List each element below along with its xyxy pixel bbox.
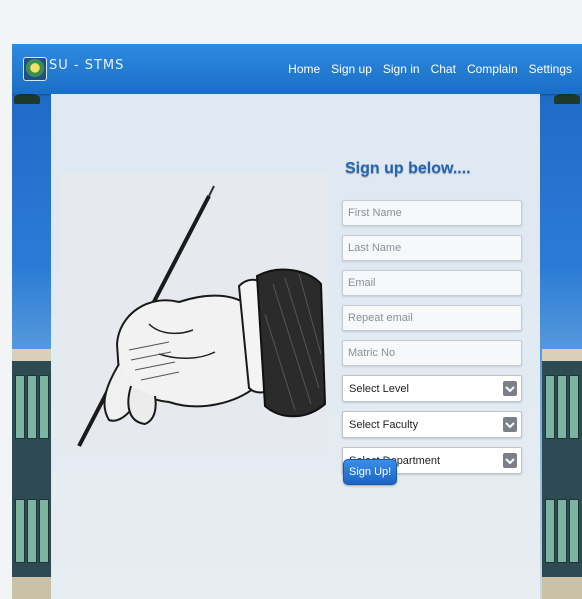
repeat-email-input[interactable] — [342, 305, 522, 331]
nav-home[interactable]: Home — [288, 62, 320, 76]
faculty-select[interactable]: Select Faculty — [342, 411, 522, 438]
chevron-down-icon — [503, 417, 517, 432]
matric-no-input[interactable] — [342, 340, 522, 366]
nav-menu: Home Sign up Sign in Chat Complain Setti… — [288, 44, 572, 94]
first-name-input[interactable] — [342, 200, 522, 226]
faculty-select-label: Select Faculty — [349, 419, 419, 431]
level-select-label: Select Level — [349, 383, 409, 395]
form-title: Sign up below.... — [345, 160, 471, 177]
nav-complain[interactable]: Complain — [467, 62, 518, 76]
level-select[interactable]: Select Level — [342, 375, 522, 402]
nav-sign-in[interactable]: Sign in — [383, 62, 420, 76]
chevron-down-icon — [503, 381, 517, 396]
nav-chat[interactable]: Chat — [431, 62, 456, 76]
last-name-input[interactable] — [342, 235, 522, 261]
tree-left — [14, 94, 40, 104]
navbar: SU - STMS Home Sign up Sign in Chat Comp… — [12, 44, 582, 94]
brand-name[interactable]: SU - STMS — [49, 58, 124, 73]
hand-with-pen-icon — [59, 174, 329, 454]
chevron-down-icon — [503, 453, 517, 468]
school-crest-icon[interactable] — [23, 57, 47, 81]
nav-settings[interactable]: Settings — [529, 62, 572, 76]
building-right — [542, 349, 582, 599]
page: SU - STMS Home Sign up Sign in Chat Comp… — [12, 44, 582, 599]
signup-panel: Sign up below.... Select Level Select Fa… — [51, 94, 540, 599]
building-left — [12, 349, 52, 599]
tree-right — [554, 94, 580, 104]
nav-sign-up[interactable]: Sign up — [331, 62, 372, 76]
email-input[interactable] — [342, 270, 522, 296]
sign-up-button[interactable]: Sign Up! — [343, 459, 398, 485]
